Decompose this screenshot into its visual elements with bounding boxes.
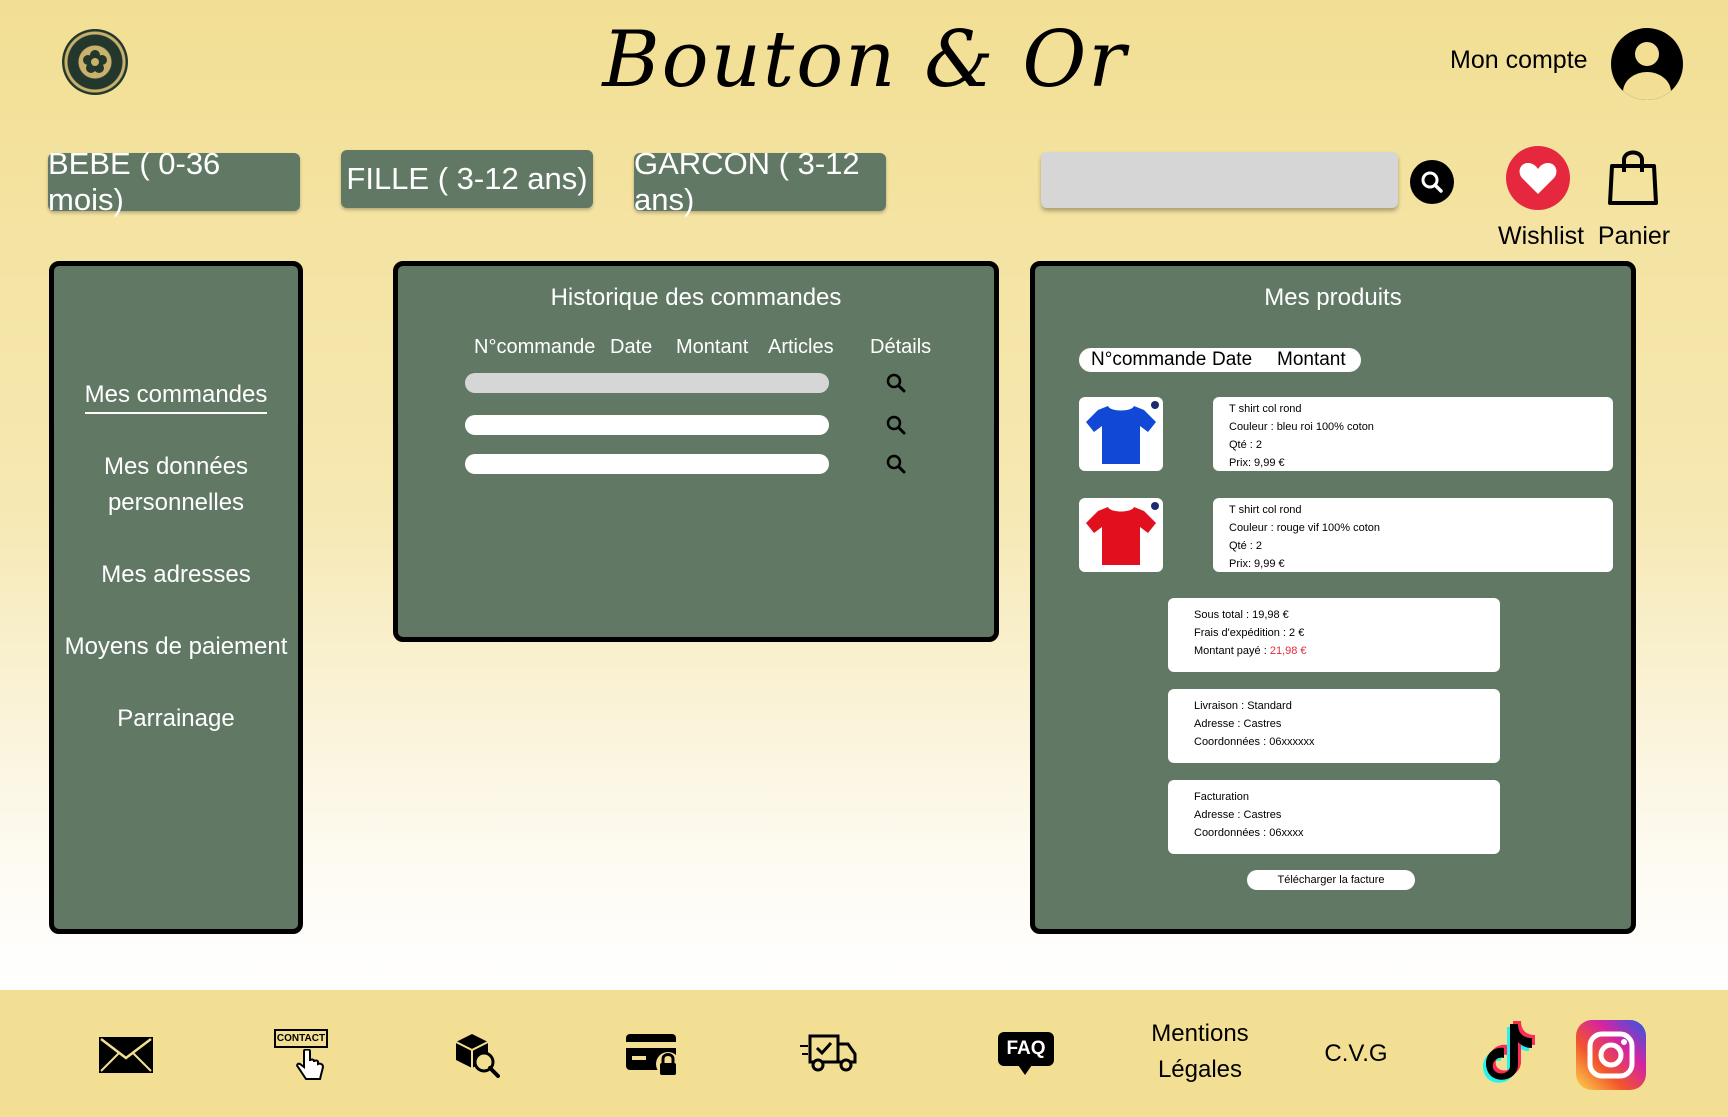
amount-paid: Montant payé : 21,98 € [1194,645,1307,657]
category-label: BEBE ( 0-36 mois) [48,146,221,217]
contact-icon[interactable]: CONTACT [274,1029,330,1081]
account-label[interactable]: Mon compte [1450,46,1588,75]
amount-paid-value: 21,98 € [1269,645,1307,657]
column-header: N°commande [474,336,596,358]
search-input[interactable] [1041,152,1398,208]
account-sidebar: Mes commandes Mes données personnelles M… [49,261,303,934]
shipping-fee: Frais d'expédition : 2 € [1194,627,1305,639]
delivery-address: Adresse : Castres [1194,718,1282,730]
brand-logo[interactable] [62,29,128,95]
category-garcon-button[interactable]: GARCON ( 3-12 ans) [634,146,886,217]
search-icon[interactable] [885,372,907,394]
subtotal: Sous total : 19,98 € [1194,609,1289,621]
search-icon[interactable] [885,453,907,475]
category-bebe-button[interactable]: BEBE ( 0-36 mois) [48,146,300,217]
sidebar-item-addresses[interactable]: Mes adresses [54,557,298,593]
sidebar-item-personal-data[interactable]: Mes données personnelles [54,449,298,521]
product-price: Prix: 9,99 € [1229,558,1285,570]
brand-title[interactable]: Bouton & Or [585,10,1145,110]
instagram-icon[interactable] [1576,1020,1646,1090]
sidebar-item-label: Mes données personnelles [103,453,249,516]
product-color: Couleur : rouge vif 100% coton [1229,522,1381,534]
sidebar-item-label: Mes commandes [84,381,268,414]
sidebar-item-payment-methods[interactable]: Moyens de paiement [54,629,298,665]
column-header: Date [1212,349,1253,370]
account-icon[interactable] [1611,28,1683,100]
order-row[interactable] [465,454,829,474]
product-thumbnail[interactable] [1079,498,1163,572]
heart-icon [1519,163,1557,194]
column-header: Détails [870,336,932,358]
search-icon [1421,171,1443,193]
billing-card: Facturation Adresse : Castres Coordonnée… [1168,780,1500,854]
sidebar-item-label: Mes adresses [101,561,251,588]
category-label: FILLE ( 3-12 ans) [346,161,588,196]
sidebar-item-label: Moyens de paiement [64,633,288,660]
cgv-link[interactable]: C.V.G [1316,1036,1396,1072]
panel-title: Mes produits [1264,284,1402,311]
column-header: N°commande [1091,349,1207,370]
billing-title: Facturation [1194,791,1250,803]
product-thumbnail[interactable] [1079,397,1163,471]
column-header: Articles [768,336,834,358]
order-row[interactable] [465,415,829,435]
contact-tag: CONTACT [274,1029,328,1048]
footer [0,990,1728,1117]
order-totals-card: Sous total : 19,98 € Frais d'expédition … [1168,598,1500,672]
sidebar-item-orders[interactable]: Mes commandes [54,377,298,414]
column-header: Montant [1277,349,1346,370]
delivery-card: Livraison : Standard Adresse : Castres C… [1168,689,1500,763]
product-price: Prix: 9,99 € [1229,457,1285,469]
order-tracking-icon[interactable] [452,1030,500,1078]
panel-title: Historique des commandes [550,284,842,311]
sidebar-item-referral[interactable]: Parrainage [54,701,298,737]
tshirt-icon [1086,507,1156,565]
legal-notice-link[interactable]: Mentions Légales [1140,1016,1260,1088]
my-products-panel: Mes produits N°commande Date Montant T s… [1030,261,1636,934]
billing-address: Adresse : Castres [1194,809,1282,821]
tshirt-icon [1086,406,1156,464]
search-icon[interactable] [885,414,907,436]
products-header: N°commande Date Montant [1079,348,1361,372]
secure-payment-icon[interactable] [624,1032,682,1076]
product-color: Couleur : bleu roi 100% coton [1229,421,1374,433]
column-header: Date [610,336,653,358]
delivery-mode: Livraison : Standard [1194,700,1292,712]
shopping-bag-icon [1608,150,1658,205]
flower-icon [83,50,107,73]
cart-label[interactable]: Panier [1596,222,1672,251]
download-invoice-button[interactable]: Télécharger la facture [1247,870,1415,890]
wishlist-label[interactable]: Wishlist [1498,222,1584,251]
product-name: T shirt col rond [1229,504,1302,516]
sidebar-item-label: Parrainage [117,705,235,732]
order-row[interactable] [465,373,829,393]
cart-button[interactable] [1606,148,1660,206]
order-history-panel: Historique des commandes N°commande Date… [393,261,999,642]
billing-contact: Coordonnées : 06xxxx [1194,827,1304,839]
mail-icon[interactable] [98,1036,154,1074]
product-info-card: T shirt col rond Couleur : rouge vif 100… [1213,498,1613,572]
product-name: T shirt col rond [1229,403,1302,415]
delivery-truck-icon[interactable] [800,1032,858,1074]
faq-tag: FAQ [998,1032,1054,1066]
category-label: GARCON ( 3-12 ans) [634,146,860,217]
search-button[interactable] [1410,160,1454,204]
column-header: Montant [676,336,749,358]
product-info-card: T shirt col rond Couleur : bleu roi 100%… [1213,397,1613,471]
category-fille-button[interactable]: FILLE ( 3-12 ans) [341,150,593,208]
tiktok-icon[interactable] [1476,1020,1538,1090]
faq-icon[interactable]: FAQ [998,1032,1054,1076]
product-quantity: Qté : 2 [1229,439,1263,451]
pointer-hand-icon [296,1049,325,1080]
product-quantity: Qté : 2 [1229,540,1263,552]
delivery-contact: Coordonnées : 06xxxxxx [1194,736,1315,748]
wishlist-button[interactable] [1506,146,1570,210]
